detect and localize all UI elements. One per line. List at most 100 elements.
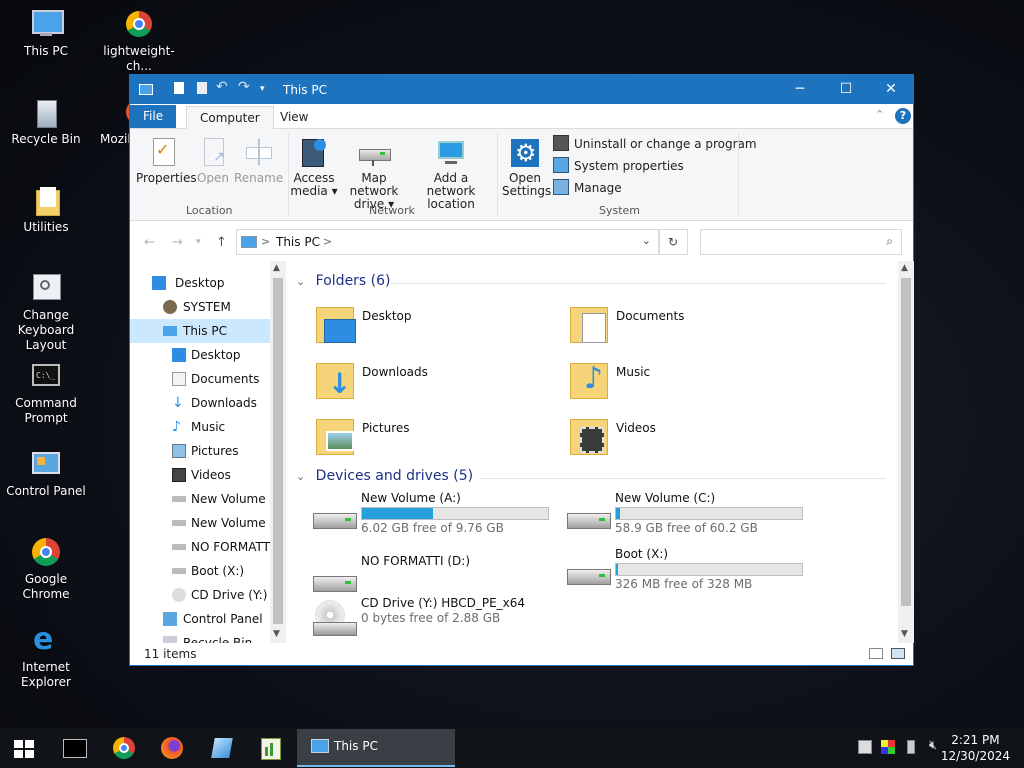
rename-button[interactable]: Rename bbox=[234, 137, 283, 185]
minimize-button[interactable]: ─ bbox=[777, 75, 823, 104]
manage-button[interactable]: Manage bbox=[553, 179, 622, 197]
desktop-icon-control-panel[interactable]: Control Panel bbox=[0, 448, 92, 499]
open-button[interactable]: ↗ Open bbox=[194, 137, 232, 185]
map-drive-icon bbox=[358, 137, 391, 169]
access-media-button[interactable]: Access media ▾ bbox=[290, 137, 338, 198]
drive-a[interactable]: New Volume (A:) 6.02 GB free of 9.76 GB bbox=[311, 491, 561, 547]
up-arrow-icon[interactable]: ↑ bbox=[216, 235, 227, 250]
drive-c[interactable]: New Volume (C:) 58.9 GB free of 60.2 GB bbox=[565, 491, 815, 547]
folder-videos[interactable]: Videos bbox=[568, 413, 808, 463]
customize-qa-icon[interactable]: ▾ bbox=[260, 84, 274, 98]
details-view-icon[interactable] bbox=[869, 648, 883, 659]
add-network-location-button[interactable]: Add a network location bbox=[411, 137, 491, 211]
nav-item-videos[interactable]: Videos bbox=[130, 463, 270, 487]
help-icon[interactable]: ? bbox=[895, 108, 911, 124]
nav-item-drive-y[interactable]: CD Drive (Y:) H bbox=[130, 583, 270, 607]
drive-x[interactable]: Boot (X:) 326 MB free of 328 MB bbox=[565, 547, 815, 603]
taskbar-chrome[interactable] bbox=[100, 732, 148, 764]
system-properties-button[interactable]: System properties bbox=[553, 157, 684, 175]
scroll-down-icon[interactable]: ▼ bbox=[901, 629, 908, 639]
open-settings-button[interactable]: ⚙ Open Settings bbox=[502, 137, 551, 198]
nav-item-desktop-root[interactable]: Desktop bbox=[130, 271, 270, 295]
nav-item-pictures[interactable]: Pictures bbox=[130, 439, 270, 463]
folder-documents[interactable]: Documents bbox=[568, 301, 808, 351]
recent-dropdown-icon[interactable]: ▾ bbox=[196, 237, 201, 247]
scroll-up-icon[interactable]: ▲ bbox=[901, 263, 908, 273]
desktop-icon-mozilla[interactable]: Mozil bbox=[85, 96, 129, 147]
uninstall-program-button[interactable]: Uninstall or change a program bbox=[553, 135, 757, 153]
forward-arrow-icon[interactable]: → bbox=[172, 235, 183, 250]
nav-item-drive-x[interactable]: Boot (X:) bbox=[130, 559, 270, 583]
drive-y[interactable]: CD Drive (Y:) HBCD_PE_x64 0 bytes free o… bbox=[311, 596, 561, 643]
properties-button[interactable]: ✓ Properties bbox=[136, 137, 197, 185]
new-folder-quick-icon[interactable] bbox=[197, 82, 207, 94]
start-button[interactable] bbox=[0, 732, 48, 764]
tab-file[interactable]: File bbox=[130, 105, 177, 128]
search-input[interactable]: ⌕ bbox=[700, 229, 902, 255]
properties-quick-icon[interactable] bbox=[174, 82, 184, 94]
system-clock[interactable]: 2:21 PM 12/30/2024 bbox=[941, 732, 1010, 764]
taskbar-app-blue[interactable] bbox=[198, 732, 246, 764]
nav-item-recycle-bin[interactable]: Recycle Bin bbox=[130, 631, 270, 643]
open-icon: ↗ bbox=[197, 137, 229, 169]
taskbar-app-chart[interactable] bbox=[246, 732, 294, 764]
tab-view[interactable]: View bbox=[267, 106, 321, 128]
desktop-icon-internet-explorer[interactable]: e Internet Explorer bbox=[0, 624, 92, 690]
desktop-icon-change-keyboard[interactable]: Change Keyboard Layout bbox=[0, 272, 92, 353]
address-bar[interactable]: > This PC > ⌄ bbox=[236, 229, 660, 255]
content-scrollbar[interactable]: ▲ ▼ bbox=[898, 261, 914, 643]
nav-item-drive-d[interactable]: NO FORMATTI bbox=[130, 535, 270, 559]
map-network-drive-button[interactable]: Map network drive ▾ bbox=[338, 137, 410, 211]
taskbar-this-pc-active[interactable]: This PC bbox=[297, 729, 455, 767]
close-button[interactable]: ✕ bbox=[868, 75, 914, 104]
back-arrow-icon[interactable]: ← bbox=[144, 235, 155, 250]
nav-item-drive-a[interactable]: New Volume (A bbox=[130, 487, 270, 511]
control-panel-icon bbox=[163, 612, 177, 626]
nav-item-desktop[interactable]: Desktop bbox=[130, 343, 270, 367]
nav-item-documents[interactable]: Documents bbox=[130, 367, 270, 391]
breadcrumb-chevron[interactable]: > bbox=[261, 235, 270, 248]
taskbar-command-prompt[interactable] bbox=[50, 732, 98, 764]
desktop-icon-google-chrome[interactable]: Google Chrome bbox=[0, 536, 92, 602]
collapse-ribbon-icon[interactable]: ⌃ bbox=[875, 108, 884, 121]
display-tray-icon[interactable] bbox=[881, 740, 895, 754]
folders-section-header[interactable]: ⌄ Folders (6) bbox=[296, 273, 886, 289]
taskbar-firefox[interactable] bbox=[148, 732, 196, 764]
desktop-icon-recycle-bin[interactable]: Recycle Bin bbox=[0, 96, 92, 147]
breadcrumb-chevron[interactable]: > bbox=[323, 235, 332, 248]
save-tray-icon[interactable] bbox=[858, 740, 872, 754]
address-dropdown-icon[interactable]: ⌄ bbox=[642, 234, 651, 247]
navigation-pane: Desktop SYSTEM This PC Desktop Documents… bbox=[130, 261, 286, 643]
desktop-icon-command-prompt[interactable]: C:\_ Command Prompt bbox=[0, 360, 92, 426]
nav-item-drive-c[interactable]: New Volume (C bbox=[130, 511, 270, 535]
nav-scrollbar[interactable]: ▲ ▼ bbox=[270, 261, 286, 643]
nav-item-this-pc[interactable]: This PC bbox=[130, 319, 270, 343]
desktop-icon-lightweight-chrome[interactable]: lightweight-ch... bbox=[93, 8, 185, 74]
title-bar[interactable]: ↶ ↷ ▾ This PC ─ ☐ ✕ bbox=[130, 75, 913, 104]
content-scroll-thumb[interactable] bbox=[901, 278, 911, 606]
drives-section-header[interactable]: ⌄ Devices and drives (5) bbox=[296, 468, 886, 484]
refresh-button[interactable]: ↻ bbox=[658, 229, 688, 255]
maximize-button[interactable]: ☐ bbox=[823, 75, 869, 104]
nav-scroll-thumb[interactable] bbox=[273, 278, 283, 624]
usb-tray-icon[interactable] bbox=[907, 740, 915, 754]
scroll-up-icon[interactable]: ▲ bbox=[273, 263, 280, 273]
breadcrumb-this-pc[interactable]: This PC bbox=[276, 235, 320, 249]
desktop-icon-utilities[interactable]: Utilities bbox=[0, 184, 92, 235]
nav-item-control-panel[interactable]: Control Panel bbox=[130, 607, 270, 631]
folder-desktop[interactable]: Desktop bbox=[314, 301, 554, 351]
nav-item-downloads[interactable]: ↓ Downloads bbox=[130, 391, 270, 415]
tiles-view-icon[interactable] bbox=[891, 648, 905, 659]
undo-icon[interactable]: ↶ bbox=[216, 79, 230, 95]
folder-pictures[interactable]: Pictures bbox=[314, 413, 554, 463]
nav-item-music[interactable]: ♪ Music bbox=[130, 415, 270, 439]
redo-icon[interactable]: ↷ bbox=[238, 79, 252, 95]
scroll-down-icon[interactable]: ▼ bbox=[273, 629, 280, 639]
desktop-icon-this-pc[interactable]: This PC bbox=[0, 8, 92, 59]
nav-item-system[interactable]: SYSTEM bbox=[130, 295, 270, 319]
folder-downloads[interactable]: ↓ Downloads bbox=[314, 357, 554, 407]
folder-music[interactable]: ♪ Music bbox=[568, 357, 808, 407]
folder-label: Downloads bbox=[362, 365, 428, 379]
tab-computer[interactable]: Computer bbox=[186, 106, 274, 130]
taskbar: This PC 🔇︎ 2:21 PM 12/30/2024 bbox=[0, 728, 1024, 768]
